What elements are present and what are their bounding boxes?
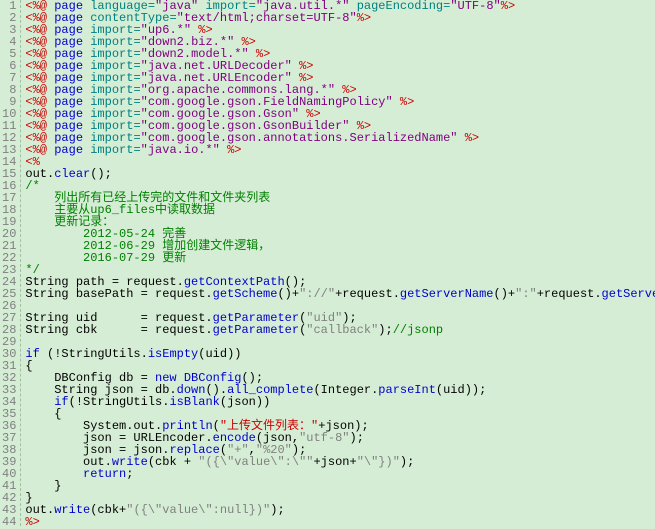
code-token: return	[83, 467, 126, 481]
code-token: String basePath = request.	[25, 287, 212, 301]
code-token: "callback"	[306, 323, 378, 337]
code-area[interactable]: <%@ page language="java" import="java.ut…	[21, 0, 655, 526]
code-token: clear	[54, 167, 90, 181]
code-token: page	[47, 143, 90, 157]
code-token: );	[270, 503, 284, 517]
code-token: ();	[90, 167, 112, 181]
code-token: isBlank	[169, 395, 219, 409]
code-token: "({\"value\":\""	[198, 455, 313, 469]
code-line[interactable]: <%	[25, 156, 655, 168]
code-token: import=	[90, 143, 140, 157]
code-line[interactable]: 2016-07-29 更新	[25, 252, 655, 264]
line-number: 44	[2, 516, 16, 528]
code-token: +request.	[335, 287, 400, 301]
code-token: (json))	[220, 395, 270, 409]
code-token: "java.io.*"	[141, 143, 220, 157]
code-token: (Integer.	[313, 383, 378, 397]
code-token: );	[350, 431, 364, 445]
code-token: (uid));	[436, 383, 486, 397]
code-line[interactable]: %>	[25, 516, 655, 528]
code-token: //jsonp	[393, 323, 443, 337]
code-token: (uid))	[198, 347, 241, 361]
code-token: getParameter	[213, 323, 299, 337]
code-token: %>	[458, 131, 480, 145]
code-line[interactable]: if (!StringUtils.isEmpty(uid))	[25, 348, 655, 360]
code-token: getScheme	[213, 287, 278, 301]
code-token: (cbk+	[90, 503, 126, 517]
code-line[interactable]: }	[25, 480, 655, 492]
code-line[interactable]: if(!StringUtils.isBlank(json))	[25, 396, 655, 408]
code-token: String cbk = request.	[25, 323, 212, 337]
code-line[interactable]: out.clear();	[25, 168, 655, 180]
code-line[interactable]: String basePath = request.getScheme()+":…	[25, 288, 655, 300]
code-token: "\"})"	[357, 455, 400, 469]
code-token: ;	[126, 467, 133, 481]
code-token: "({\"value\":null})"	[126, 503, 270, 517]
code-token: %>	[393, 95, 415, 109]
code-token: getServerPort	[602, 287, 655, 301]
code-token: ()+	[494, 287, 516, 301]
code-token: isEmpty	[148, 347, 198, 361]
code-line[interactable]: <%@ page import="java.io.*" %>	[25, 144, 655, 156]
code-token: "://"	[299, 287, 335, 301]
code-token: (cbk +	[148, 455, 198, 469]
code-token: ":"	[515, 287, 537, 301]
code-token: +request.	[537, 287, 602, 301]
code-token: %>	[357, 11, 371, 25]
code-token: %>	[25, 515, 39, 529]
code-line[interactable]: String cbk = request.getParameter("callb…	[25, 324, 655, 336]
code-token: %>	[501, 0, 515, 13]
line-gutter: 1234567891011121314151617181920212223242…	[0, 0, 21, 526]
code-token: %>	[220, 143, 242, 157]
code-token: 2016-07-29 更新	[25, 251, 186, 265]
code-token: +json+	[313, 455, 356, 469]
code-token: write	[54, 503, 90, 517]
code-token: (!StringUtils.	[69, 395, 170, 409]
code-token: ()+	[277, 287, 299, 301]
code-token: );	[400, 455, 414, 469]
code-line[interactable]: 主要从up6_files中读取数据	[25, 204, 655, 216]
code-editor: 1234567891011121314151617181920212223242…	[0, 0, 655, 526]
code-token: );	[378, 323, 392, 337]
code-token: "UTF-8"	[450, 0, 500, 13]
code-token: parseInt	[378, 383, 436, 397]
code-token: (!StringUtils.	[40, 347, 148, 361]
code-token: "utf-8"	[299, 431, 349, 445]
code-token: getServerName	[400, 287, 494, 301]
code-line[interactable]: return;	[25, 468, 655, 480]
code-line[interactable]: out.write(cbk+"({\"value\":null})");	[25, 504, 655, 516]
